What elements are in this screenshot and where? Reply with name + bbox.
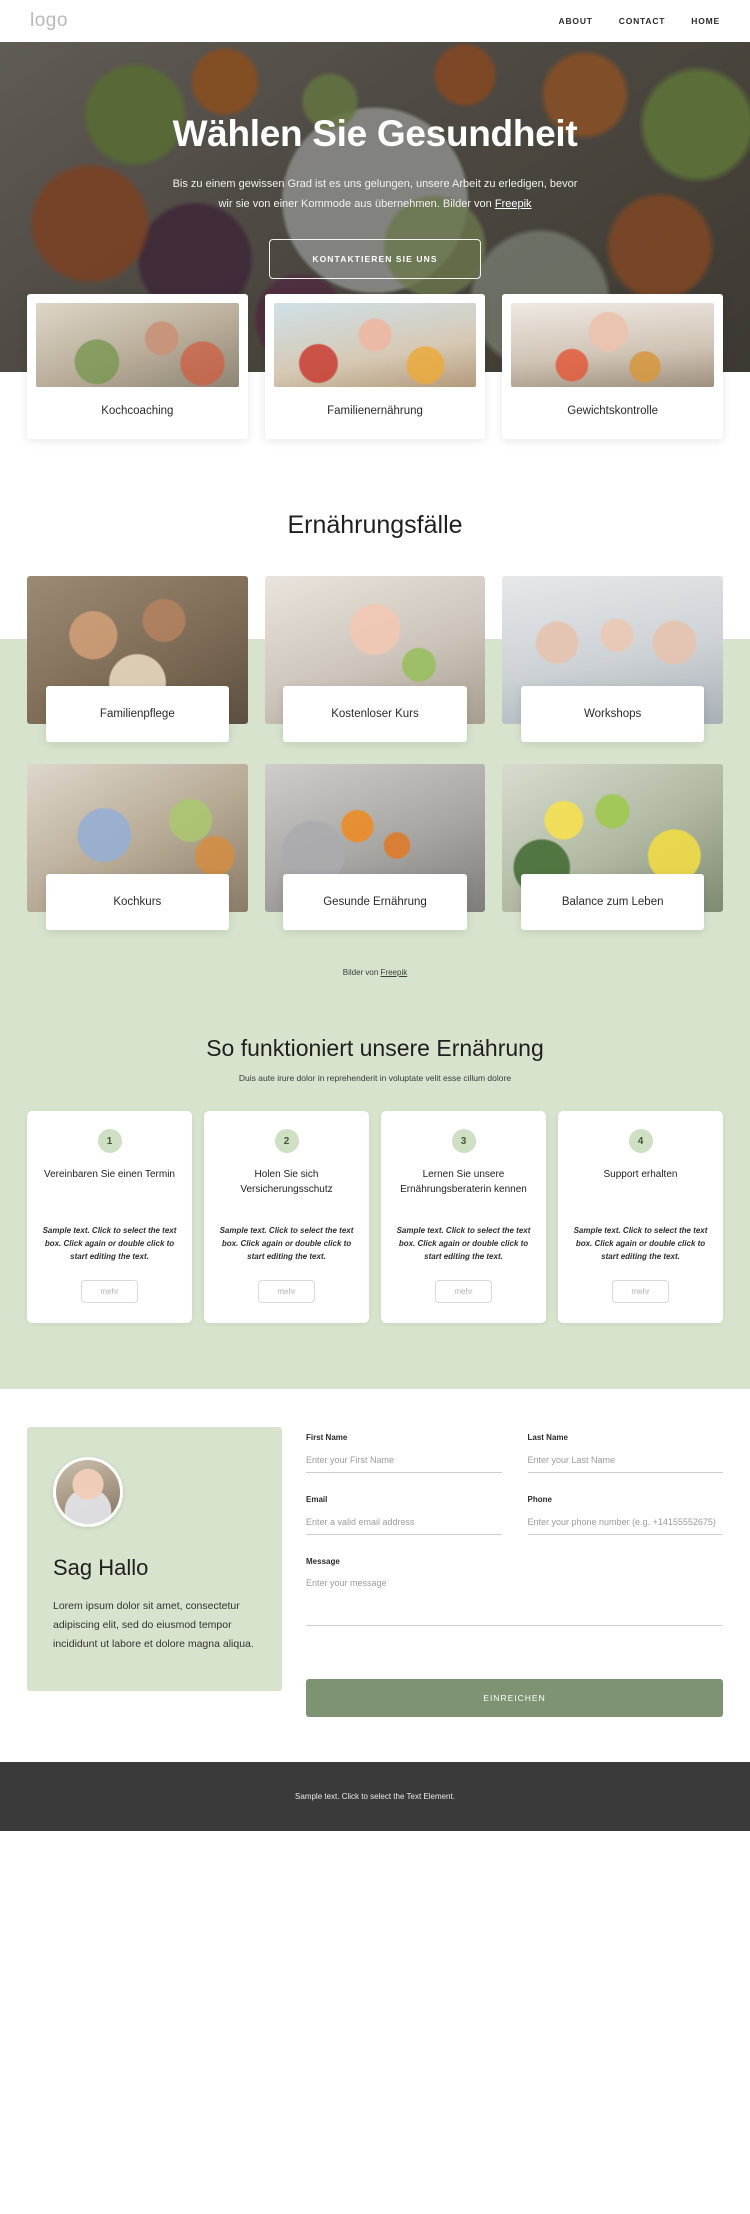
steps-subtitle: Duis aute irure dolor in reprehenderit i… (238, 1073, 512, 1083)
gallery-grid-row-2: Kochkurs Gesunde Ernährung Balance zum L… (0, 764, 750, 930)
service-photo-kochcoaching (36, 303, 239, 387)
gallery-grid-row-1: Familienpflege Kostenloser Kurs Workshop… (0, 576, 750, 742)
service-label-familienernaehrung: Familienernährung (327, 405, 423, 417)
site-header: logo ABOUT CONTACT HOME (0, 0, 750, 42)
gallery-caption-workshops: Workshops (521, 686, 705, 742)
step-body-4: Sample text. Click to select the text bo… (573, 1226, 708, 1262)
hero-subtitle-line2: wir sie von einer Kommode aus übernehmen… (218, 198, 495, 211)
first-name-label: First Name (306, 1432, 348, 1442)
contact-intro-panel: Sag Hallo Lorem ipsum dolor sit amet, co… (27, 1426, 282, 1691)
last-name-input[interactable] (527, 1450, 723, 1473)
main-navigation: ABOUT CONTACT HOME (559, 16, 720, 26)
form-row-contact: Email Phone (306, 1495, 723, 1557)
gallery-card-kostenloser-kurs[interactable]: Kostenloser Kurs (264, 576, 486, 742)
gallery-credit-text: Bilder von (342, 968, 381, 977)
message-label: Message (306, 1556, 340, 1566)
steps-section: So funktioniert unsere Ernährung Duis au… (0, 977, 750, 1389)
nav-item-contact[interactable]: CONTACT (619, 16, 666, 26)
hero-cta-button[interactable]: KONTAKTIEREN SIE UNS (269, 239, 481, 280)
gallery-freepik-link[interactable]: Freepik (381, 968, 408, 977)
step-heading-4: Support erhalten (603, 1169, 678, 1180)
gallery-caption-balance-zum-leben: Balance zum Leben (521, 874, 705, 930)
service-card-kochcoaching[interactable]: Kochcoaching (27, 294, 248, 439)
gallery-caption-kochkurs: Kochkurs (45, 874, 229, 930)
nav-item-home[interactable]: HOME (691, 16, 720, 26)
step-heading-2: Holen Sie sich Versicherungsschutz (240, 1169, 333, 1195)
gallery-card-familienpflege[interactable]: Familienpflege (27, 576, 248, 742)
service-photo-familienernaehrung (273, 303, 477, 387)
step-card-2: 2 Holen Sie sich Versicherungsschutz Sam… (204, 1111, 369, 1323)
email-label: Email (306, 1494, 328, 1504)
form-group-phone: Phone (527, 1494, 723, 1535)
nav-item-about[interactable]: ABOUT (559, 16, 593, 26)
service-cards: Kochcoaching Familienernährung Gewichtsk… (0, 294, 750, 439)
step-body-2: Sample text. Click to select the text bo… (219, 1226, 354, 1262)
hero-subtitle-line1: Bis zu einem gewissen Grad ist es uns ge… (172, 177, 578, 190)
step-number-2: 2 (274, 1129, 299, 1153)
step-body-3: Sample text. Click to select the text bo… (396, 1226, 531, 1262)
step-card-3: 3 Lernen Sie unsere Ernährungsberaterin … (381, 1111, 546, 1323)
submit-button[interactable]: EINREICHEN (306, 1678, 723, 1717)
steps-grid: 1 Vereinbaren Sie einen Termin Sample te… (27, 1111, 723, 1323)
service-card-familienernaehrung[interactable]: Familienernährung (264, 294, 486, 439)
gallery-card-workshops[interactable]: Workshops (502, 576, 723, 742)
site-logo[interactable]: logo (30, 10, 68, 32)
phone-label: Phone (527, 1494, 552, 1504)
step-heading-3: Lernen Sie unsere Ernährungsberaterin ke… (400, 1169, 527, 1195)
step-more-button-1[interactable]: mehr (81, 1279, 138, 1303)
message-textarea[interactable] (306, 1573, 723, 1626)
service-card-gewichtskontrolle[interactable]: Gewichtskontrolle (502, 294, 724, 439)
steps-title: So funktioniert unsere Ernährung (206, 1035, 544, 1061)
site-footer: Sample text. Click to select the Text El… (0, 1761, 750, 1831)
step-number-1: 1 (97, 1129, 122, 1153)
footer-text: Sample text. Click to select the Text El… (295, 1791, 455, 1801)
hero-content: Wählen Sie Gesundheit Bis zu einem gewis… (0, 42, 750, 280)
step-card-4: 4 Support erhalten Sample text. Click to… (558, 1111, 723, 1323)
gallery-caption-familienpflege: Familienpflege (45, 686, 229, 742)
step-heading-1: Vereinbaren Sie einen Termin (43, 1169, 175, 1180)
contact-section: Sag Hallo Lorem ipsum dolor sit amet, co… (0, 1388, 750, 1762)
first-name-input[interactable] (306, 1450, 502, 1473)
step-more-button-4[interactable]: mehr (612, 1279, 669, 1303)
gallery-caption-kostenloser-kurs: Kostenloser Kurs (283, 686, 467, 742)
gallery-card-kochkurs[interactable]: Kochkurs (27, 764, 248, 930)
gallery-title: Ernährungsfälle (287, 511, 463, 539)
last-name-label: Last Name (527, 1432, 568, 1442)
form-group-last-name: Last Name (527, 1432, 723, 1473)
service-photo-gewichtskontrolle (511, 303, 715, 387)
step-more-button-2[interactable]: mehr (258, 1279, 315, 1303)
step-number-3: 3 (451, 1129, 476, 1153)
gallery-caption-gesunde-ernaehrung: Gesunde Ernährung (283, 874, 467, 930)
hero-title: Wählen Sie Gesundheit (172, 113, 578, 154)
hero-freepik-link[interactable]: Freepik (495, 198, 532, 210)
gallery-card-gesunde-ernaehrung[interactable]: Gesunde Ernährung (264, 764, 486, 930)
step-number-4: 4 (628, 1129, 653, 1153)
contact-form: First Name Last Name Email Phone (306, 1427, 723, 1717)
service-label-kochcoaching: Kochcoaching (101, 405, 174, 417)
contact-heading: Sag Hallo (53, 1554, 149, 1580)
form-row-name: First Name Last Name (306, 1433, 723, 1495)
form-group-email: Email (306, 1495, 502, 1535)
step-card-1: 1 Vereinbaren Sie einen Termin Sample te… (27, 1111, 192, 1323)
form-group-first-name: First Name (306, 1433, 502, 1473)
phone-input[interactable] (527, 1512, 723, 1535)
step-body-1: Sample text. Click to select the text bo… (42, 1226, 177, 1262)
service-label-gewichtskontrolle: Gewichtskontrolle (567, 405, 659, 417)
step-more-button-3[interactable]: mehr (435, 1279, 492, 1303)
gallery-credit: Bilder von Freepik (0, 968, 750, 977)
contact-description: Lorem ipsum dolor sit amet, consectetur … (53, 1599, 254, 1651)
form-group-message: Message (306, 1557, 723, 1631)
email-input[interactable] (306, 1512, 502, 1535)
gallery-card-balance-zum-leben[interactable]: Balance zum Leben (502, 764, 723, 930)
hero-subtitle: Bis zu einem gewissen Grad ist es uns ge… (140, 174, 610, 215)
gallery-section: Ernährungsfälle Familienpflege Kostenlos… (0, 439, 750, 1339)
page-root: logo ABOUT CONTACT HOME Wählen Sie Gesun… (0, 0, 750, 1831)
avatar (53, 1456, 123, 1527)
